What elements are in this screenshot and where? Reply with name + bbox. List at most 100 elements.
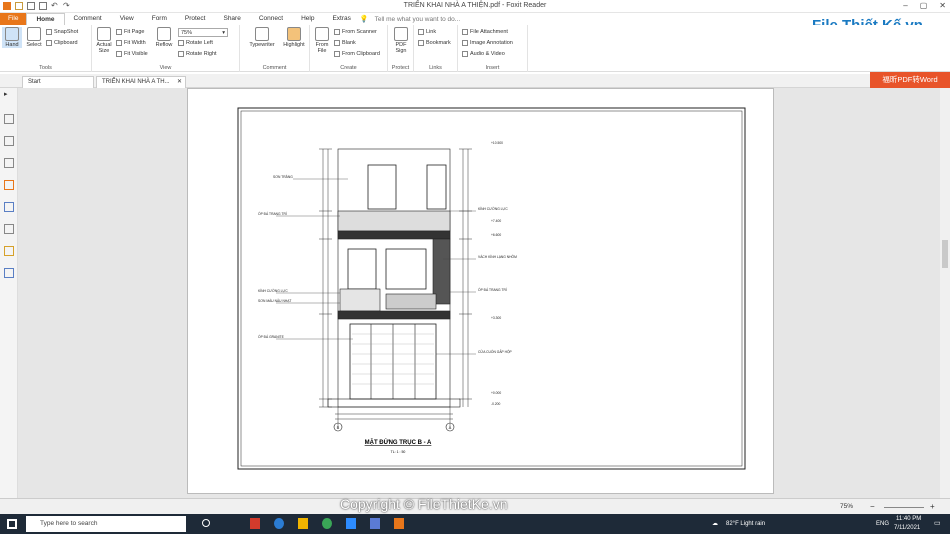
tab-document[interactable]: TRIỂN KHAI NHÀ A TH... ✕ — [96, 76, 186, 88]
note-left: SƠN MÀU NÂU NHẠT — [258, 299, 291, 303]
actual-size-button[interactable]: Actual Size — [94, 27, 114, 54]
axis-label-a: A — [449, 425, 452, 430]
scanner-icon — [334, 29, 340, 35]
link-button[interactable]: Link — [418, 29, 436, 35]
zoom-in-icon[interactable]: + — [930, 502, 935, 511]
rotate-right-icon — [178, 51, 184, 57]
revit-icon[interactable] — [370, 518, 380, 529]
hand-button[interactable]: Hand — [2, 27, 22, 48]
signature-panel-icon[interactable] — [4, 224, 14, 234]
typewriter-button[interactable]: Typewriter — [244, 27, 280, 48]
note-right: KÍNH CƯỜNG LỰC — [478, 206, 508, 211]
tell-me-input[interactable]: Tell me what you want to do... — [375, 16, 461, 23]
group-links: Link Bookmark Links — [414, 25, 458, 72]
clipboard-icon — [334, 51, 340, 57]
tab-start[interactable]: Start — [22, 76, 94, 88]
zoom-out-icon[interactable]: − — [870, 502, 875, 511]
minimize-button[interactable]: – — [903, 1, 907, 10]
comments-panel-icon[interactable] — [4, 180, 14, 190]
tab-home[interactable]: Home — [26, 13, 65, 25]
tab-file[interactable]: File — [0, 13, 27, 25]
explorer-icon[interactable] — [298, 518, 308, 529]
tab-comment[interactable]: Comment — [65, 13, 111, 25]
weather-icon[interactable]: ☁ — [712, 520, 718, 527]
image-annotation-button[interactable]: Image Annotation — [462, 40, 513, 46]
clock-time[interactable]: 11:40 PM — [896, 516, 921, 522]
zoom-level[interactable]: 75% — [840, 503, 853, 510]
zoom-slider[interactable] — [884, 507, 924, 508]
bookmark-panel-icon[interactable] — [4, 114, 14, 124]
link-icon — [418, 29, 424, 35]
pages-panel-icon[interactable] — [4, 136, 14, 146]
close-button[interactable]: ✕ — [939, 1, 946, 10]
reflow-button[interactable]: Reflow — [154, 27, 174, 48]
group-insert: File Attachment Image Annotation Audio &… — [458, 25, 528, 72]
edge-icon[interactable] — [274, 518, 284, 529]
tab-connect[interactable]: Connect — [250, 13, 292, 25]
pdf-to-word-button[interactable]: 福昕PDF转Word — [870, 72, 950, 88]
notification-icon[interactable]: ▭ — [934, 519, 941, 527]
foxit-icon[interactable] — [394, 518, 404, 529]
tab-view[interactable]: View — [111, 13, 143, 25]
tab-form[interactable]: Form — [143, 13, 176, 25]
from-file-button[interactable]: From File — [312, 27, 332, 54]
fit-page-button[interactable]: Fit Page — [116, 29, 144, 35]
typewriter-icon — [255, 27, 269, 41]
architectural-drawing: B A SƠN TRẮNG ỐP ĐÁ TRANG TRÍ KÍNH CƯỜNG… — [237, 107, 746, 470]
language-indicator[interactable]: ENG — [876, 521, 889, 527]
maximize-button[interactable]: ▢ — [920, 1, 928, 10]
note-left: KÍNH CƯỜNG LỰC — [258, 288, 288, 293]
bookmark-button[interactable]: Bookmark — [418, 40, 451, 46]
layers-panel-icon[interactable] — [4, 158, 14, 168]
from-clipboard-button[interactable]: From Clipboard — [334, 51, 380, 57]
group-comment: Typewriter Highlight Comment — [240, 25, 310, 72]
note-left: SƠN TRẮNG — [273, 174, 293, 179]
fit-visible-button[interactable]: Fit Visible — [116, 51, 148, 57]
fit-visible-icon — [116, 51, 122, 57]
fit-page-icon — [116, 29, 122, 35]
level-mark: -0.200 — [491, 402, 501, 406]
taskbar-search[interactable]: Type here to search — [26, 516, 186, 532]
window-controls: – ▢ ✕ — [903, 1, 946, 10]
windows-start-icon[interactable] — [7, 519, 17, 529]
fit-width-button[interactable]: Fit Width — [116, 40, 146, 46]
document-viewer[interactable]: B A SƠN TRẮNG ỐP ĐÁ TRANG TRÍ KÍNH CƯỜNG… — [18, 88, 940, 498]
rotate-right-button[interactable]: Rotate Right — [178, 51, 217, 57]
tab-help[interactable]: Help — [292, 13, 323, 25]
attachments-panel-icon[interactable] — [4, 202, 14, 212]
file-attachment-button[interactable]: File Attachment — [462, 29, 508, 35]
clipboard-button[interactable]: Clipboard — [46, 40, 78, 46]
zoom-select[interactable]: 75% ▾ — [178, 28, 228, 37]
pdf-page: B A SƠN TRẮNG ỐP ĐÁ TRANG TRÍ KÍNH CƯỜNG… — [187, 88, 774, 494]
expand-arrow-icon[interactable]: ▸ — [4, 90, 14, 100]
task-view-icon[interactable] — [202, 519, 210, 527]
security-panel-icon[interactable] — [4, 246, 14, 256]
highlight-button[interactable]: Highlight — [280, 27, 308, 48]
weather-text[interactable]: 82°F Light rain — [726, 521, 765, 527]
close-icon[interactable]: ✕ — [177, 77, 182, 88]
tools-panel-icon[interactable] — [4, 268, 14, 278]
blank-button[interactable]: Blank — [334, 40, 356, 46]
audio-video-button[interactable]: Audio & Video — [462, 51, 505, 57]
app-icon[interactable] — [250, 518, 260, 529]
clock-date[interactable]: 7/11/2021 — [894, 525, 920, 531]
from-scanner-button[interactable]: From Scanner — [334, 29, 377, 35]
chrome-icon[interactable] — [322, 518, 332, 529]
zoom-icon[interactable] — [346, 518, 356, 529]
scrollbar-thumb[interactable] — [942, 240, 948, 268]
tab-protect[interactable]: Protect — [176, 13, 215, 25]
pdf-sign-button[interactable]: PDF Sign — [391, 27, 411, 54]
rotate-left-button[interactable]: Rotate Left — [178, 40, 213, 46]
cursor-icon — [27, 27, 41, 41]
image-icon — [462, 40, 468, 46]
watermark: Copyright © FileThietKe.vn — [340, 496, 508, 512]
blank-page-icon — [334, 40, 340, 46]
vertical-scrollbar[interactable] — [940, 88, 950, 498]
menu-bar: File Home Comment View Form Protect Shar… — [0, 13, 950, 25]
snapshot-button[interactable]: SnapShot — [46, 29, 78, 35]
tab-extras[interactable]: Extras — [323, 13, 359, 25]
fit-width-icon — [116, 40, 122, 46]
select-button[interactable]: Select — [24, 27, 44, 48]
tab-share[interactable]: Share — [214, 13, 249, 25]
pdf-file-icon — [315, 27, 329, 41]
